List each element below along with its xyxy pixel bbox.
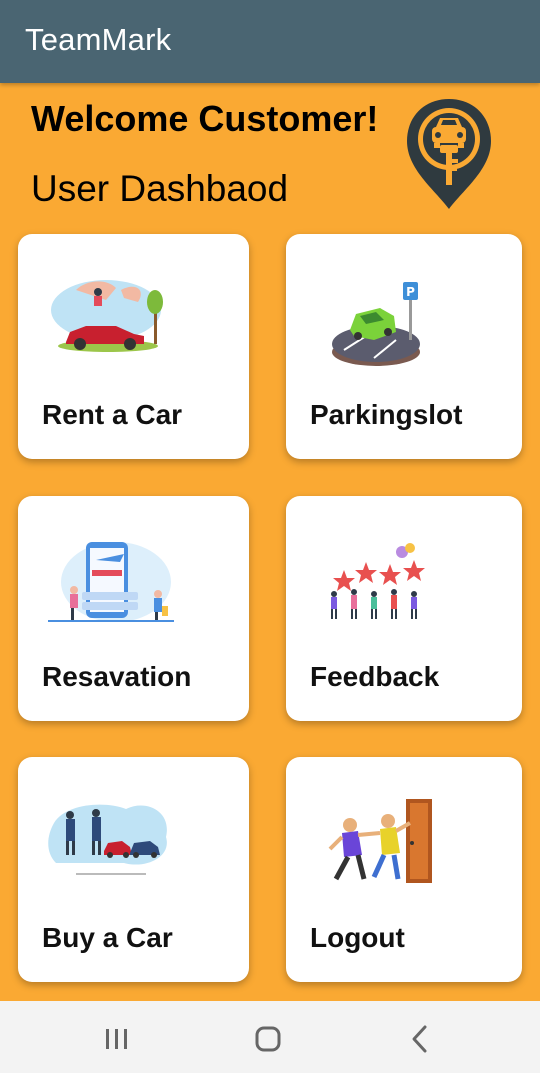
- logout-label: Logout: [310, 922, 405, 953]
- system-navigation-bar: [0, 1001, 540, 1073]
- feedback-illustration-icon: [331, 543, 425, 619]
- home-icon[interactable]: [248, 1021, 288, 1057]
- parkingslot-card[interactable]: P Parkingslot: [286, 234, 522, 459]
- feedback-card[interactable]: Feedback: [286, 496, 522, 721]
- logout-illustration-icon: [328, 799, 432, 883]
- reservation-label: Resavation: [42, 661, 192, 692]
- rent-car-label: Rent a Car: [42, 399, 183, 430]
- app-title: TeamMark: [25, 22, 172, 57]
- rent-car-card[interactable]: Rent a Car: [18, 234, 249, 459]
- feedback-label: Feedback: [310, 661, 440, 692]
- buy-car-illustration-icon: [48, 804, 167, 875]
- rent-car-illustration-icon: [51, 280, 163, 352]
- buy-car-card[interactable]: Buy a Car: [18, 757, 249, 982]
- car-key-location-logo-icon: [407, 99, 491, 209]
- welcome-heading: Welcome Customer!: [31, 98, 379, 139]
- reservation-illustration-icon: [48, 542, 174, 622]
- back-icon[interactable]: [400, 1021, 440, 1057]
- parkingslot-label: Parkingslot: [310, 399, 463, 430]
- dashboard-subtitle: User Dashbaod: [31, 168, 289, 209]
- parking-slot-illustration-icon: P: [332, 282, 420, 366]
- svg-text:P: P: [406, 285, 415, 299]
- logout-card[interactable]: Logout: [286, 757, 522, 982]
- recent-apps-icon[interactable]: [97, 1021, 137, 1057]
- buy-car-label: Buy a Car: [42, 922, 173, 953]
- reservation-card[interactable]: Resavation: [18, 496, 249, 721]
- app-bar: TeamMark: [0, 0, 540, 83]
